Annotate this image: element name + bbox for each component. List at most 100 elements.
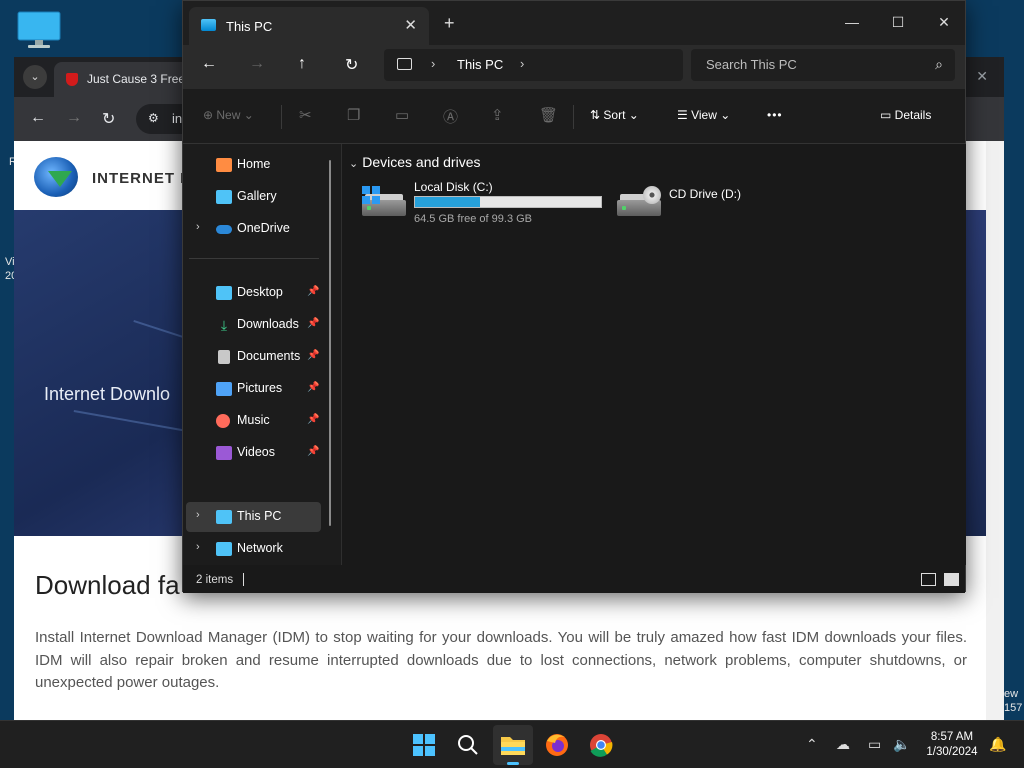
nav-item-home[interactable]: Home: [186, 150, 321, 180]
search-box[interactable]: Search This PC ⌕: [691, 49, 955, 81]
pin-icon[interactable]: 📌: [307, 382, 319, 393]
drive-usage-fill: [415, 197, 481, 207]
breadcrumb-this-pc[interactable]: This PC: [457, 57, 503, 72]
more-options-button[interactable]: •••: [767, 108, 783, 122]
rename-icon[interactable]: Ⓐ: [443, 106, 458, 127]
nav-item-pictures[interactable]: Pictures 📌: [186, 374, 321, 404]
view-label: View: [691, 108, 717, 122]
expand-chevron-icon[interactable]: ›: [196, 541, 200, 553]
nav-item-videos[interactable]: Videos 📌: [186, 438, 321, 468]
nav-label: OneDrive: [237, 221, 290, 235]
expand-chevron-icon[interactable]: ›: [196, 509, 200, 521]
collapse-chevron-icon[interactable]: ⌄: [349, 157, 358, 170]
explorer-tab[interactable]: This PC ✕: [189, 7, 429, 45]
browser-close-icon[interactable]: ✕: [976, 68, 988, 85]
desktop-fragment: 157: [1004, 702, 1023, 714]
show-hidden-icons-icon[interactable]: ⌃: [806, 736, 818, 753]
sort-icon: ⇅: [590, 108, 604, 122]
pin-icon[interactable]: 📌: [307, 350, 319, 361]
this-pc-icon: [216, 510, 232, 524]
chrome-icon[interactable]: [581, 725, 621, 765]
close-tab-icon[interactable]: ✕: [404, 16, 417, 34]
content-pane: ⌄ Devices and drives Local Disk (C:) 64.5…: [342, 144, 966, 565]
site-name[interactable]: INTERNET D: [92, 170, 192, 187]
nav-scrollbar[interactable]: [329, 160, 331, 526]
nav-label: Gallery: [237, 189, 277, 203]
site-info-icon[interactable]: ⚙: [148, 111, 159, 125]
search-icon[interactable]: ⌕: [935, 56, 943, 73]
desktop-fragment: ew: [1004, 688, 1019, 700]
search-icon[interactable]: [448, 725, 488, 765]
nav-item-onedrive[interactable]: › OneDrive: [186, 214, 321, 244]
nav-item-this-pc[interactable]: › This PC: [186, 502, 321, 532]
nav-item-network[interactable]: › Network: [186, 534, 321, 564]
nav-label: Music: [237, 413, 270, 427]
nav-item-downloads[interactable]: ⤓ Downloads 📌: [186, 310, 321, 340]
clock-date: 1/30/2024: [926, 746, 978, 758]
pin-icon[interactable]: 📌: [307, 446, 319, 457]
refresh-button[interactable]: ↻: [345, 55, 358, 75]
navigation-pane: Home Gallery › OneDrive Desktop 📌 ⤓ Down…: [183, 144, 341, 565]
home-icon: [216, 158, 232, 172]
breadcrumb-chevron-icon[interactable]: ›: [520, 56, 524, 71]
close-window-button[interactable]: ✕: [921, 7, 967, 37]
details-view-icon[interactable]: [921, 573, 936, 586]
browser-reload-icon[interactable]: ↻: [102, 109, 115, 129]
status-bar: 2 items: [183, 565, 965, 593]
windows-logo-icon: [362, 186, 380, 204]
command-bar: ⊕ New ⌄ ✂ ❐ ▭ Ⓐ ⇪ 🗑 ⇅ Sort ⌄ ☰ View ⌄ ••…: [183, 89, 965, 144]
drive-name: Local Disk (C:): [414, 180, 493, 194]
new-tab-button[interactable]: +: [444, 13, 455, 34]
pin-icon[interactable]: 📌: [307, 286, 319, 297]
up-button[interactable]: ↑: [298, 55, 306, 73]
new-button[interactable]: ⊕ New ⌄: [203, 108, 254, 122]
paste-icon[interactable]: ▭: [395, 106, 409, 124]
new-label: New: [216, 108, 241, 122]
minimize-button[interactable]: —: [829, 7, 875, 37]
start-icon[interactable]: [404, 725, 444, 765]
network-status-icon[interactable]: ▭: [868, 736, 881, 753]
firefox-icon[interactable]: [537, 725, 577, 765]
breadcrumb-chevron-icon[interactable]: ›: [431, 56, 435, 71]
expand-chevron-icon[interactable]: ›: [196, 221, 200, 233]
desktop-this-pc-icon[interactable]: [16, 10, 62, 50]
cd-drive-icon: [617, 186, 661, 216]
drive-local-disk-c[interactable]: Local Disk (C:) 64.5 GB free of 99.3 GB: [362, 178, 612, 230]
cloud-offline-icon[interactable]: ☁: [836, 736, 850, 753]
tab-search-button[interactable]: ⌄: [23, 65, 47, 89]
file-explorer-icon[interactable]: [493, 725, 533, 765]
sort-button[interactable]: ⇅ Sort ⌄: [590, 108, 639, 122]
chevron-down-icon: ⌄: [716, 108, 731, 122]
details-button[interactable]: ▭ Details: [880, 108, 931, 122]
browser-back-icon[interactable]: ←: [30, 109, 46, 127]
explorer-titlebar: This PC ✕ + — ☐ ✕: [183, 1, 965, 45]
maximize-button[interactable]: ☐: [875, 7, 921, 37]
large-icons-view-icon[interactable]: [944, 573, 959, 586]
nav-item-documents[interactable]: Documents 📌: [186, 342, 321, 372]
nav-item-gallery[interactable]: Gallery: [186, 182, 321, 212]
network-icon: [216, 542, 232, 556]
volume-muted-icon[interactable]: 🔈: [893, 736, 910, 753]
address-bar[interactable]: › This PC ›: [384, 49, 683, 81]
browser-forward-icon[interactable]: →: [66, 109, 82, 127]
cut-icon[interactable]: ✂: [299, 106, 312, 124]
pin-icon[interactable]: 📌: [307, 318, 319, 329]
drive-cd-d[interactable]: CD Drive (D:): [617, 178, 767, 230]
nav-item-music[interactable]: Music 📌: [186, 406, 321, 436]
delete-icon[interactable]: 🗑: [539, 106, 558, 124]
share-icon[interactable]: ⇪: [491, 106, 504, 124]
group-header[interactable]: ⌄ Devices and drives: [349, 154, 481, 170]
monitor-icon: [397, 58, 412, 70]
nav-item-desktop[interactable]: Desktop 📌: [186, 278, 321, 308]
clock[interactable]: 8:57 AM 1/30/2024: [916, 730, 988, 760]
group-title: Devices and drives: [362, 154, 481, 170]
pin-icon[interactable]: 📌: [307, 414, 319, 425]
view-button[interactable]: ☰ View ⌄: [677, 108, 730, 122]
browser-scrollbar[interactable]: [986, 141, 1004, 720]
notifications-icon[interactable]: 🔔: [989, 736, 1006, 753]
forward-button[interactable]: →: [249, 55, 265, 73]
copy-icon[interactable]: ❐: [347, 106, 360, 124]
explorer-address-row: ← → ↑ ↻ › This PC › Search This PC ⌕: [183, 45, 965, 89]
pictures-icon: [216, 382, 232, 396]
back-button[interactable]: ←: [201, 55, 217, 73]
